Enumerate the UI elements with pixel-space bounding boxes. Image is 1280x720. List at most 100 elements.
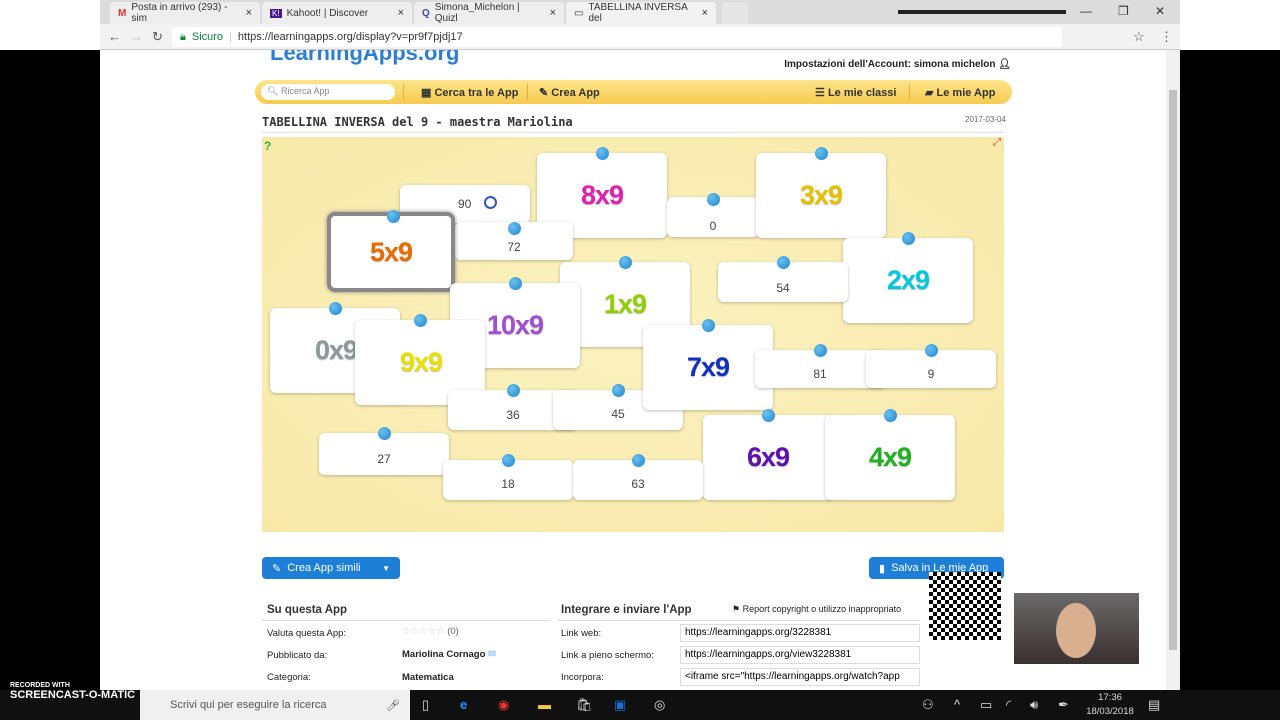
- pin-icon[interactable]: [815, 147, 828, 160]
- page-content: LearningApps.org Impostazioni dell'Accou…: [100, 50, 1166, 690]
- pin-icon[interactable]: [509, 277, 522, 290]
- nav-create-app[interactable]: ✎ Crea App: [539, 86, 600, 99]
- answer-card[interactable]: 18: [443, 454, 573, 500]
- minimize-icon[interactable]: —: [1080, 4, 1092, 18]
- question-card[interactable]: 4x9: [825, 409, 955, 500]
- search-input[interactable]: 🔍︎ Ricerca App: [261, 84, 395, 100]
- tab-kahoot[interactable]: K! Kahoot! | Discover ×: [262, 2, 412, 24]
- pin-icon[interactable]: [632, 454, 645, 467]
- author-link[interactable]: Mariolina Cornago ✉: [402, 649, 496, 660]
- people-icon[interactable]: ⚇: [922, 697, 934, 713]
- nav-browse-apps[interactable]: ▦ Cerca tra le App: [421, 86, 518, 99]
- question-card[interactable]: 7x9: [643, 319, 773, 410]
- taskbar-search[interactable]: Scrivi qui per eseguire la ricerca 🎤︎: [140, 690, 410, 720]
- star-rating[interactable]: ☆☆☆☆☆ (0): [402, 626, 459, 637]
- pin-icon[interactable]: [612, 384, 625, 397]
- pin-icon[interactable]: [702, 319, 715, 332]
- answer-card[interactable]: 9: [866, 344, 996, 388]
- main-navbar: 🔍︎ Ricerca App ▦ Cerca tra le App ✎ Crea…: [255, 80, 1012, 104]
- outlook-icon[interactable]: ▣: [614, 697, 626, 713]
- file-explorer-icon[interactable]: ▬: [538, 697, 551, 712]
- qr-code: [929, 572, 1001, 640]
- account-settings-link[interactable]: Impostazioni dell'Account: simona michel…: [784, 59, 1011, 70]
- tab-learningapps[interactable]: ▭ TABELLINA INVERSA del ×: [566, 2, 716, 24]
- nav-my-classes[interactable]: ☰ Le mie classi: [815, 86, 896, 99]
- tab-quizlet[interactable]: Q Simona_Michelon | Quizl ×: [414, 2, 564, 24]
- wifi-icon[interactable]: ◜: [1006, 697, 1011, 713]
- quizlet-icon: Q: [422, 7, 430, 19]
- network-icon[interactable]: ▭: [980, 697, 992, 713]
- bookmark-star-icon[interactable]: ☆: [1133, 29, 1145, 45]
- pin-icon[interactable]: [814, 344, 827, 357]
- new-tab-button[interactable]: [722, 2, 748, 24]
- store-icon[interactable]: 🛍︎: [576, 697, 593, 713]
- create-similar-app-button[interactable]: ✎ Crea App simili ▼: [262, 557, 400, 579]
- pin-icon[interactable]: [508, 222, 521, 235]
- answer-card[interactable]: 54: [718, 256, 848, 302]
- help-icon[interactable]: ?: [264, 139, 271, 153]
- pen-icon[interactable]: ✒: [1058, 697, 1069, 713]
- page-scrollbar[interactable]: [1166, 50, 1180, 690]
- question-card-selected[interactable]: 5x9: [327, 210, 455, 292]
- back-icon[interactable]: ←: [108, 29, 121, 44]
- web-link-field[interactable]: https://learningapps.org/3228381: [680, 624, 920, 642]
- about-heading: Su questa App: [267, 604, 348, 616]
- fullscreen-link-field[interactable]: https://learningapps.org/view3228381: [680, 646, 920, 664]
- page-title: TABELLINA INVERSA del 9 - maestra Mariol…: [262, 115, 573, 129]
- pin-icon[interactable]: [707, 193, 720, 206]
- microphone-icon[interactable]: 🎤︎: [386, 699, 400, 712]
- question-card[interactable]: 6x9: [703, 409, 833, 500]
- pin-icon[interactable]: [596, 147, 609, 160]
- answer-card[interactable]: 27: [319, 427, 449, 475]
- report-link[interactable]: ⚑ Report copyright o utilizzo inappropri…: [732, 604, 901, 615]
- pin-icon[interactable]: [619, 256, 632, 269]
- left-black-margin: [0, 50, 100, 690]
- close-tab-icon[interactable]: ×: [246, 7, 252, 19]
- task-view-icon[interactable]: ▯: [422, 697, 429, 713]
- screencast-icon[interactable]: ◎: [654, 697, 665, 713]
- chrome-icon[interactable]: ◉: [498, 697, 509, 713]
- volume-icon[interactable]: 🔊︎: [1030, 697, 1038, 713]
- pin-icon[interactable]: [387, 210, 400, 223]
- restore-icon[interactable]: ❐: [1118, 4, 1129, 18]
- pin-icon[interactable]: [902, 232, 915, 245]
- publish-date: 2017-03-04: [965, 115, 1006, 124]
- edge-icon[interactable]: e: [460, 697, 467, 712]
- tab-gmail[interactable]: M Posta in arrivo (293) - sim ×: [110, 2, 260, 24]
- close-tab-icon[interactable]: ×: [702, 7, 708, 19]
- list-icon: ☰: [815, 87, 825, 99]
- answer-card[interactable]: 63: [573, 454, 703, 500]
- notifications-icon[interactable]: ▤: [1148, 697, 1160, 713]
- reload-icon[interactable]: ↻: [152, 29, 163, 45]
- dropdown-caret-icon[interactable]: ▼: [382, 564, 390, 573]
- pin-icon[interactable]: [414, 314, 427, 327]
- close-tab-icon[interactable]: ×: [398, 7, 404, 19]
- cursor-icon: [484, 196, 497, 209]
- pin-icon[interactable]: [925, 344, 938, 357]
- answer-card[interactable]: 0: [667, 193, 759, 237]
- url-input[interactable]: 🔒︎ Sicuro | https://learningapps.org/dis…: [172, 27, 1062, 47]
- site-logo[interactable]: LearningApps.org: [270, 50, 510, 78]
- question-card[interactable]: 2x9: [843, 232, 973, 323]
- embed-code-field[interactable]: <iframe src="https://learningapps.org/wa…: [680, 668, 920, 686]
- menu-icon[interactable]: ⋮: [1160, 29, 1173, 45]
- fullscreen-icon[interactable]: ⤢: [993, 137, 1001, 148]
- pin-icon[interactable]: [507, 384, 520, 397]
- pin-icon[interactable]: [884, 409, 897, 422]
- pin-icon[interactable]: [378, 427, 391, 440]
- tray-chevron-icon[interactable]: ^: [954, 697, 960, 712]
- mail-icon[interactable]: ✉: [488, 649, 496, 660]
- pin-icon[interactable]: [502, 454, 515, 467]
- matching-game-area[interactable]: ? ⤢ 90 8x9 0 3x9 72 5x9 2x9 54 1x9 10x9 …: [262, 137, 1004, 532]
- question-card[interactable]: 3x9: [756, 147, 886, 238]
- forward-icon[interactable]: →: [130, 29, 143, 44]
- close-window-icon[interactable]: ✕: [1155, 4, 1165, 18]
- clock[interactable]: 17:36 18/03/2018: [1085, 692, 1135, 717]
- pin-icon[interactable]: [329, 302, 342, 315]
- share-heading: Integrare e inviare l'App: [561, 604, 692, 616]
- answer-card[interactable]: 72: [455, 222, 573, 260]
- pin-icon[interactable]: [777, 256, 790, 269]
- nav-my-apps[interactable]: ▰ Le mie App: [925, 86, 995, 99]
- pin-icon[interactable]: [762, 409, 775, 422]
- close-tab-icon[interactable]: ×: [550, 7, 556, 19]
